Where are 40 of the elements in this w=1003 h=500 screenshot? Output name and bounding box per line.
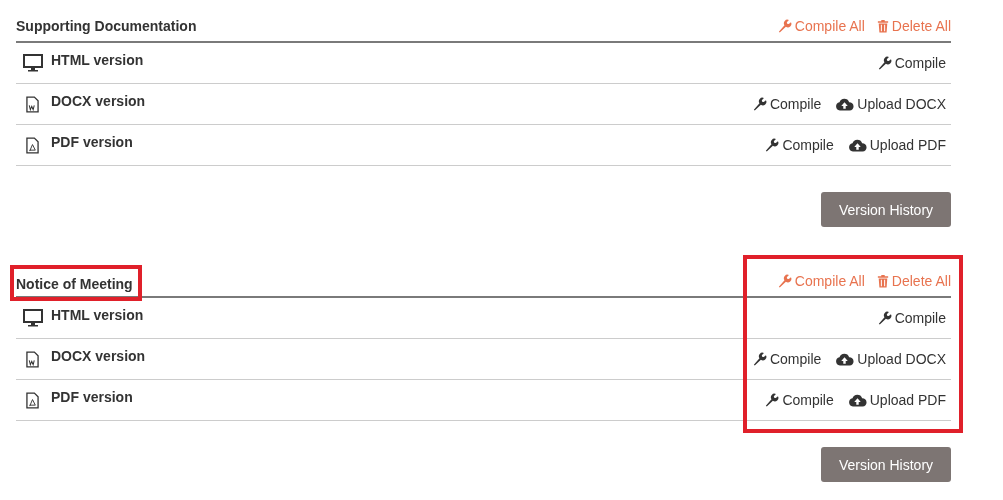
trash-icon xyxy=(876,19,889,33)
compile-link[interactable]: Compile xyxy=(877,55,946,71)
wrench-icon xyxy=(765,393,780,407)
wrench-icon xyxy=(777,274,792,288)
section-title: Notice of Meeting xyxy=(10,265,142,301)
version-history-button[interactable]: Version History xyxy=(821,192,951,227)
trash-icon xyxy=(876,274,889,288)
compile-link[interactable]: Compile xyxy=(752,96,822,112)
wrench-icon xyxy=(877,56,892,70)
upload-link[interactable]: Upload DOCX xyxy=(835,96,946,112)
cloud-upload-icon xyxy=(847,138,867,152)
pdf-document-icon xyxy=(26,136,39,154)
cloud-upload-icon xyxy=(835,352,855,366)
version-label: HTML version xyxy=(51,52,144,68)
word-document-icon xyxy=(26,95,39,113)
version-history-button[interactable]: Version History xyxy=(821,447,951,482)
pdf-document-icon xyxy=(26,391,39,409)
wrench-icon xyxy=(752,97,767,111)
upload-link[interactable]: Upload PDF xyxy=(847,392,946,408)
version-label: DOCX version xyxy=(51,348,146,364)
compile-link[interactable]: Compile xyxy=(877,310,946,326)
section-title: Supporting Documentation xyxy=(16,18,197,34)
cloud-upload-icon xyxy=(835,97,855,111)
monitor-icon xyxy=(23,54,43,72)
word-document-icon xyxy=(26,350,39,368)
version-label: PDF version xyxy=(51,389,133,405)
monitor-icon xyxy=(23,309,43,327)
wrench-icon xyxy=(877,311,892,325)
wrench-icon xyxy=(765,138,780,152)
upload-link[interactable]: Upload DOCX xyxy=(835,351,946,367)
version-label: DOCX version xyxy=(51,93,146,109)
version-label: PDF version xyxy=(51,134,133,150)
compile-link[interactable]: Compile xyxy=(752,351,822,367)
compile-link[interactable]: Compile xyxy=(765,392,834,408)
wrench-icon xyxy=(752,352,767,366)
cloud-upload-icon xyxy=(847,393,867,407)
wrench-icon xyxy=(777,19,792,33)
upload-link[interactable]: Upload PDF xyxy=(847,137,946,153)
compile-link[interactable]: Compile xyxy=(765,137,834,153)
version-label: HTML version xyxy=(51,307,144,323)
